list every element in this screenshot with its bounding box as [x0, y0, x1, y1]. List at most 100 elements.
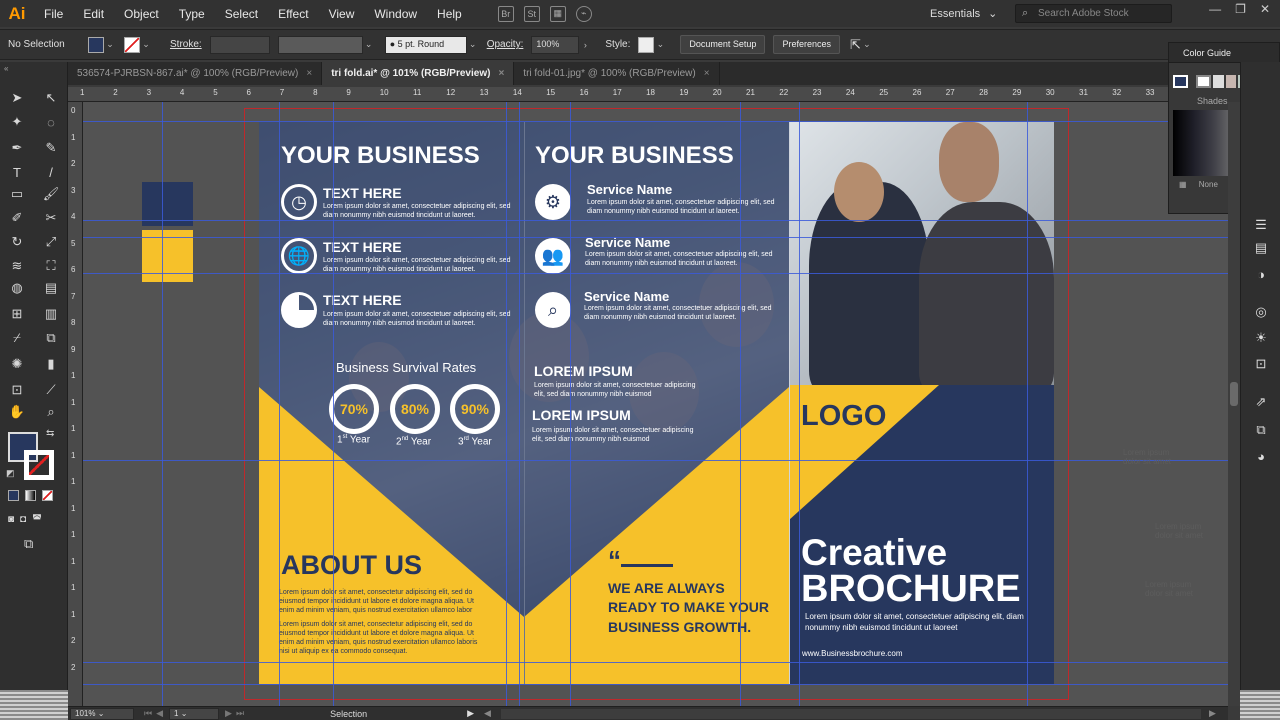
close-icon[interactable]: × — [704, 68, 710, 79]
chevron-right-icon[interactable]: › — [579, 40, 591, 50]
none-mode-icon[interactable] — [42, 490, 53, 501]
guide[interactable] — [83, 684, 1228, 685]
swap-colors-icon[interactable]: ⇆ — [46, 428, 54, 439]
lorem-body[interactable]: Lorem ipsum dolor sit amet, consectetuer… — [534, 381, 706, 399]
harmony-swatch[interactable] — [1195, 75, 1211, 88]
last-artboard-icon[interactable]: ⏭ — [236, 708, 244, 719]
restore-icon[interactable]: ❐ — [1235, 2, 1246, 16]
draw-normal-icon[interactable]: ◙ — [8, 514, 14, 525]
panel1-item-body[interactable]: Lorem ipsum dolor sit amet, consectetuer… — [323, 202, 523, 220]
stock-icon[interactable]: St — [523, 5, 540, 22]
graphic-style-swatch[interactable] — [638, 36, 655, 53]
guide[interactable] — [279, 102, 280, 706]
harmony-swatch[interactable] — [1212, 75, 1224, 88]
perspective-grid-tool-icon[interactable]: ▤ — [40, 278, 62, 298]
vertical-ruler[interactable]: 0 1 2 3 4 5 6 7 8 9 1 1 1 1 1 1 1 1 1 1 2 2 — [68, 102, 83, 706]
logo-text[interactable]: LOGO — [801, 400, 886, 433]
close-icon[interactable]: × — [306, 68, 312, 79]
guide[interactable] — [506, 102, 507, 706]
service-body[interactable]: Lorem ipsum dolor sit amet, consectetuer… — [587, 198, 787, 216]
line-tool-icon[interactable]: / — [40, 162, 62, 182]
draw-inside-icon[interactable]: ◚ — [32, 514, 42, 525]
workspace-switcher[interactable]: Essentials ⌄ — [930, 0, 997, 27]
chevron-down-icon[interactable]: ⌄ — [654, 39, 666, 50]
properties-icon[interactable]: ☰ — [1253, 217, 1269, 233]
panel1-item-title[interactable]: TEXT HERE — [323, 239, 402, 255]
curvature-tool-icon[interactable]: ✎ — [40, 138, 62, 158]
about-paragraph[interactable]: Lorem ipsum dolor sit amet, consectetur … — [279, 588, 484, 615]
mesh-tool-icon[interactable]: ⊞ — [6, 304, 28, 324]
guide[interactable] — [162, 102, 163, 706]
scale-tool-icon[interactable]: ⤢ — [40, 232, 62, 252]
zoom-tool-icon[interactable]: ⌕ — [40, 402, 62, 422]
hand-tool-icon[interactable]: ✋ — [6, 402, 28, 422]
pasteboard-note[interactable]: Lorem ipsum dolor sit amet — [1155, 522, 1220, 540]
panel1-item-body[interactable]: Lorem ipsum dolor sit amet, consectetuer… — [323, 310, 523, 328]
arrange-documents-icon[interactable]: ▦ — [549, 5, 566, 22]
guide[interactable] — [83, 220, 1228, 221]
horizontal-ruler[interactable]: 1 2 3 4 5 6 7 8 9 10 11 12 13 14 15 16 17 18 19 20 21 22 23 24 2… — [68, 87, 1168, 102]
service-body[interactable]: Lorem ipsum dolor sit amet, consectetuer… — [585, 250, 785, 268]
artboard-tool-icon[interactable]: ⊡ — [6, 380, 28, 400]
tab-document-2[interactable]: tri fold.ai* @ 101% (RGB/Preview) × — [322, 62, 515, 85]
swatches-icon[interactable]: ◑ — [1253, 266, 1269, 282]
direct-selection-tool-icon[interactable]: ↖ — [40, 88, 62, 108]
scroll-left-icon[interactable]: ◀ — [484, 708, 491, 719]
guide[interactable] — [333, 102, 334, 706]
color-mode-icon[interactable] — [8, 490, 19, 501]
fill-swatch[interactable] — [88, 36, 104, 53]
stroke-color-box[interactable] — [24, 450, 54, 480]
scroll-thumb[interactable] — [1230, 382, 1238, 406]
shape-builder-tool-icon[interactable]: ◍ — [6, 278, 28, 298]
pasteboard-note[interactable]: Lorem ipsum dolor sit amet — [1145, 580, 1210, 598]
menu-view[interactable]: View — [319, 7, 365, 21]
default-colors-icon[interactable]: ◩ — [6, 468, 15, 479]
guide[interactable] — [570, 102, 571, 706]
status-menu-icon[interactable]: ▶ — [467, 708, 474, 719]
gpu-performance-icon[interactable]: ⌁ — [575, 5, 592, 22]
quote-line[interactable]: READY TO MAKE YOUR — [608, 599, 769, 615]
lorem-body[interactable]: Lorem ipsum dolor sit amet, consectetuer… — [532, 426, 704, 444]
canvas[interactable]: YOUR BUSINESS ◷ TEXT HERE Lorem ipsum do… — [83, 102, 1228, 706]
horizontal-scrollbar[interactable] — [500, 708, 1201, 719]
website-url[interactable]: www.Businessbrochure.com — [802, 649, 902, 658]
selection-tool-icon[interactable]: ➤ — [6, 88, 28, 108]
minimize-icon[interactable]: — — [1209, 2, 1221, 16]
color-guide-tab[interactable]: Color Guide — [1169, 43, 1279, 63]
screen-mode-icon[interactable]: ⧉ — [24, 536, 33, 552]
preferences-button[interactable]: Preferences — [773, 35, 840, 54]
menu-effect[interactable]: Effect — [268, 7, 318, 21]
first-artboard-icon[interactable]: ⏮ — [144, 708, 152, 719]
quote-line[interactable]: WE ARE ALWAYS — [608, 580, 725, 596]
service-title[interactable]: Service Name — [587, 182, 672, 197]
gradient-mode-icon[interactable] — [25, 490, 36, 501]
rectangle-tool-icon[interactable]: ▭ — [6, 184, 28, 204]
guide[interactable] — [83, 237, 1228, 238]
align-icon[interactable]: ⇱ — [850, 37, 861, 53]
gradient-tool-icon[interactable]: ▥ — [40, 304, 62, 324]
warp-tool-icon[interactable]: ≋ — [6, 256, 28, 276]
chevron-down-icon[interactable]: ⌄ — [861, 39, 873, 50]
stack-icon[interactable]: ⧉ — [1253, 422, 1269, 438]
menu-object[interactable]: Object — [114, 7, 169, 21]
panel1-item-body[interactable]: Lorem ipsum dolor sit amet, consectetuer… — [323, 256, 523, 274]
tab-document-1[interactable]: 536574-PJRBSN-867.ai* @ 100% (RGB/Previe… — [68, 62, 323, 85]
scissors-tool-icon[interactable]: ✂ — [40, 208, 62, 228]
transform-icon[interactable]: ⊡ — [1253, 356, 1269, 372]
panel1-item-title[interactable]: TEXT HERE — [323, 185, 402, 201]
artboard-brochure[interactable]: YOUR BUSINESS ◷ TEXT HERE Lorem ipsum do… — [259, 122, 1054, 684]
chevron-down-icon[interactable]: ⌄ — [140, 39, 152, 50]
survival-rates-title[interactable]: Business Survival Rates — [336, 360, 476, 375]
symbol-sprayer-tool-icon[interactable]: ✺ — [6, 354, 28, 374]
pasteboard-note[interactable]: Lorem ipsum dolor sit amet — [1123, 448, 1188, 466]
base-color-swatch[interactable] — [1173, 75, 1188, 88]
vertical-scrollbar[interactable] — [1228, 102, 1240, 706]
service-body[interactable]: Lorem ipsum dolor sit amet, consectetuer… — [584, 304, 784, 322]
lorem-title[interactable]: LOREM IPSUM — [532, 407, 631, 423]
lorem-title[interactable]: LOREM IPSUM — [534, 363, 633, 379]
guide[interactable] — [519, 102, 520, 706]
scroll-right-icon[interactable]: ▶ — [1209, 708, 1216, 719]
chevron-down-icon[interactable]: ⌄ — [104, 39, 116, 50]
free-transform-tool-icon[interactable]: ⛶ — [40, 256, 62, 276]
tab-document-3[interactable]: tri fold-01.jpg* @ 100% (RGB/Preview) × — [514, 62, 720, 85]
